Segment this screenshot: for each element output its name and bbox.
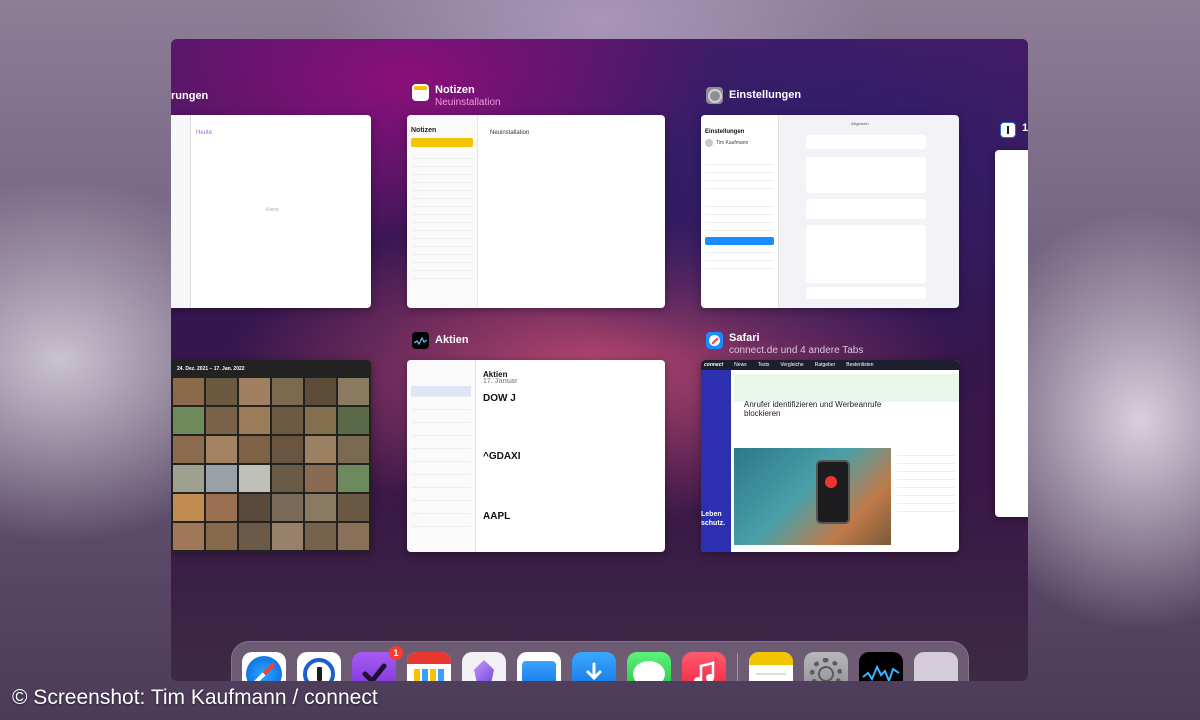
partial-right-title: 1	[1022, 122, 1028, 134]
safari-app-icon	[706, 332, 723, 349]
settings-card-title: Einstellungen	[729, 89, 802, 101]
avatar	[705, 139, 713, 147]
nav-tests: Tests	[757, 362, 770, 368]
nav-bestenlisten: Bestenlisten	[846, 362, 874, 368]
safari-sidebar	[897, 448, 955, 545]
settings-sidebar-heading: Einstellungen	[705, 129, 745, 135]
app-store-download-icon[interactable]	[572, 652, 616, 681]
safari-article-image	[734, 448, 891, 545]
safari-article-header	[734, 374, 959, 402]
safari-card-label: Safari connect.de und 4 andere Tabs	[706, 332, 863, 357]
notes-icon[interactable]	[749, 652, 793, 681]
nav-news: News	[734, 362, 747, 368]
notes-card-title: Notizen	[435, 84, 475, 96]
photos-grid	[173, 378, 369, 550]
notes-selected-row	[411, 138, 473, 147]
settings-group-4	[806, 225, 926, 283]
settings-detail-heading: Allgemein	[851, 121, 869, 126]
photos-date-range: 24. Dez. 2021 – 17. Jan. 2022	[177, 366, 245, 372]
stocks-card-title: Aktien	[435, 334, 469, 346]
notes-app-icon	[412, 84, 429, 101]
notes-card-label: Notizen Neuinstallation	[412, 84, 501, 109]
ipad-app-switcher: rungen Heute Keine Notizen Neuinstallati…	[171, 39, 1028, 681]
stocks-card[interactable]: Aktien 17. Januar DOW J ^GDAXI AAPL	[407, 360, 665, 552]
obsidian-icon[interactable]	[462, 652, 506, 681]
notes-card-subtitle: Neuinstallation	[435, 97, 501, 108]
partial-right-card[interactable]	[995, 150, 1028, 517]
partial-card-title: rungen	[171, 90, 209, 102]
notes-card[interactable]: Notizen Neuinstallation	[407, 115, 665, 308]
stocks-card-label: Aktien	[412, 332, 469, 349]
messages-icon[interactable]	[627, 652, 671, 681]
reminders-empty-text: Keine	[266, 207, 279, 213]
settings-group-1	[806, 135, 926, 149]
settings-group-2	[806, 157, 926, 193]
stocks-ticker-gdaxi: ^GDAXI	[483, 451, 521, 462]
settings-sidebar: Einstellungen Tim Kaufmann	[701, 115, 779, 308]
reminders-sidebar	[171, 115, 191, 308]
settings-profile-row: Tim Kaufmann	[705, 139, 774, 147]
settings-user-name: Tim Kaufmann	[716, 139, 749, 146]
notes-note-title: Neuinstallation	[490, 130, 530, 136]
safari-side-ad-text: Leben schutz.	[701, 511, 726, 527]
reminders-card[interactable]: Heute Keine	[171, 115, 371, 308]
app-folder-icon[interactable]	[914, 652, 958, 681]
photos-card[interactable]: 24. Dez. 2021 – 17. Jan. 2022	[171, 360, 371, 552]
safari-icon[interactable]	[242, 652, 286, 681]
notes-list: Notizen	[407, 115, 478, 308]
settings-group-5	[806, 287, 926, 299]
safari-card-title: Safari	[729, 332, 760, 344]
partial-card-label: rungen	[171, 90, 208, 103]
phone-image	[816, 460, 850, 524]
settings-selected-item	[705, 237, 774, 245]
screenshot-credit: © Screenshot: Tim Kaufmann / connect	[12, 686, 378, 709]
stocks-ticker-dow: DOW J	[483, 393, 516, 404]
omnifocus-badge: 1	[389, 646, 403, 660]
safari-side-ad: Leben schutz.	[701, 370, 731, 552]
stocks-watchlist	[407, 360, 476, 552]
nav-vergleiche: Vergleiche	[780, 362, 804, 368]
fantastical-icon[interactable]	[407, 652, 451, 681]
files-icon[interactable]	[517, 652, 561, 681]
nav-ratgeber: Ratgeber	[814, 362, 836, 368]
stocks-date: 17. Januar	[483, 378, 518, 385]
safari-nav-bar: connect News Tests Vergleiche Ratgeber B…	[701, 360, 959, 370]
safari-card-subtitle: connect.de und 4 andere Tabs	[729, 345, 864, 356]
dock: 1	[231, 641, 969, 681]
settings-card[interactable]: Einstellungen Tim Kaufmann Allgemein	[701, 115, 959, 308]
site-logo: connect	[704, 362, 724, 368]
safari-article-headline: Anrufer identifizieren und Werbeanrufe b…	[744, 400, 882, 418]
settings-group-3	[806, 199, 926, 219]
1password-small-icon	[1000, 122, 1016, 138]
music-icon[interactable]	[682, 652, 726, 681]
reminders-heading: Heute	[196, 130, 213, 136]
settings-card-label: Einstellungen	[706, 87, 801, 104]
stocks-icon[interactable]	[859, 652, 903, 681]
partial-right-label: 1	[1000, 122, 1028, 138]
stocks-app-icon	[412, 332, 429, 349]
1password-icon[interactable]	[297, 652, 341, 681]
dock-divider	[737, 653, 738, 681]
settings-app-icon	[706, 87, 723, 104]
notes-list-heading: Notizen	[411, 127, 437, 134]
stocks-ticker-aapl: AAPL	[483, 511, 511, 522]
safari-card[interactable]: connect News Tests Vergleiche Ratgeber B…	[701, 360, 959, 552]
settings-icon[interactable]	[804, 652, 848, 681]
